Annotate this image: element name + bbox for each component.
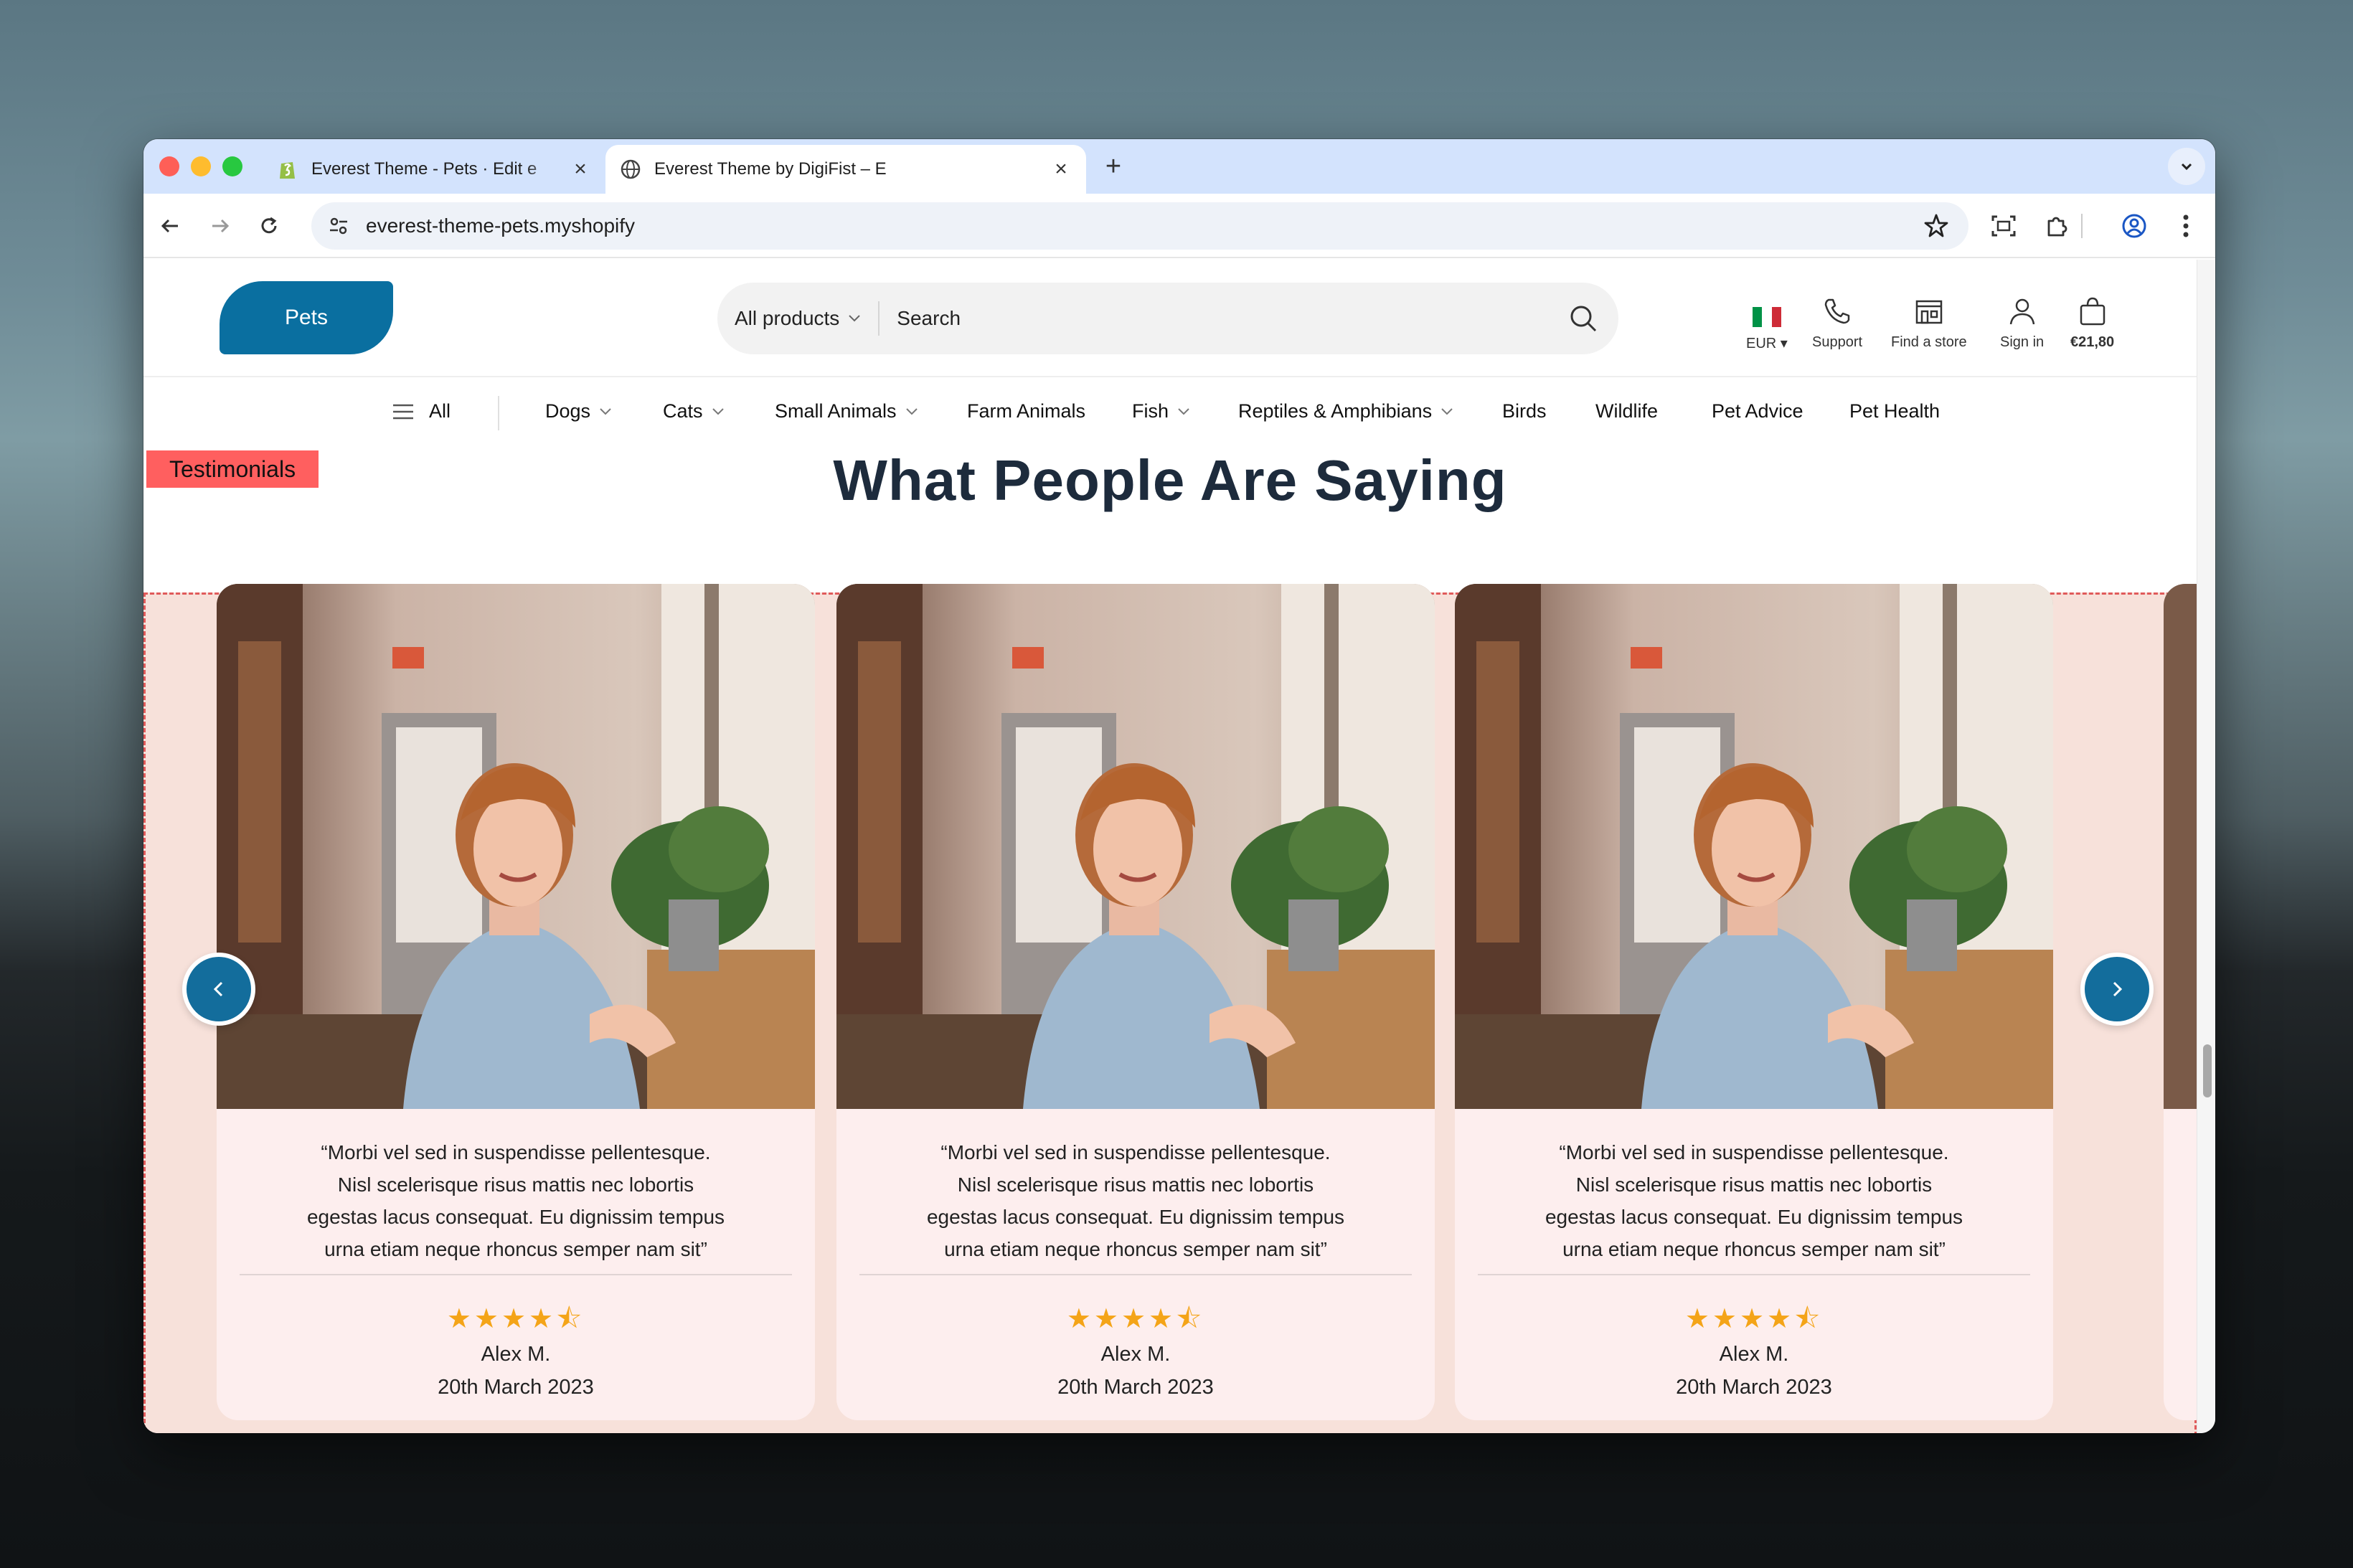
- site-settings-icon[interactable]: [324, 212, 353, 240]
- testimonial-card: “Morbi vel sed in suspendisse pellentesq…: [836, 584, 1435, 1420]
- star-rating-icon: ★★★★⯪: [1066, 1304, 1205, 1334]
- testimonial-photo: [217, 584, 815, 1109]
- star-rating-icon: ★★★★⯪: [1684, 1304, 1824, 1334]
- testimonial-photo: [836, 584, 1435, 1109]
- tab-search-button[interactable]: [2168, 148, 2205, 185]
- chevron-right-icon: [2113, 981, 2123, 997]
- bookmark-star-icon[interactable]: [1923, 212, 1950, 240]
- testimonial-card: “Morbi vel sed in suspendisse pellentesq…: [1455, 584, 2053, 1420]
- testimonial-card-partial: [2164, 584, 2197, 1420]
- toolbar-divider: [2080, 209, 2083, 242]
- person-photo-illustration: [836, 584, 1435, 1109]
- quote-line: Nisl scelerisque risus mattis nec lobort…: [337, 1173, 694, 1196]
- close-tab-icon[interactable]: ×: [570, 159, 591, 180]
- quote-line: egestas lacus consequat. Eu dignissim te…: [1545, 1206, 1963, 1228]
- scrollbar-thumb[interactable]: [2203, 1044, 2212, 1097]
- reload-button[interactable]: [253, 209, 286, 242]
- person-photo-illustration: [217, 584, 815, 1109]
- quote-line: “Morbi vel sed in suspendisse pellentesq…: [321, 1141, 711, 1163]
- back-button[interactable]: [154, 209, 187, 242]
- more-menu-icon[interactable]: [2169, 209, 2202, 242]
- shopify-icon: [277, 159, 298, 180]
- forward-button[interactable]: [204, 209, 237, 242]
- profile-icon[interactable]: [2118, 209, 2151, 242]
- card-divider: [240, 1274, 792, 1275]
- quote-line: egestas lacus consequat. Eu dignissim te…: [306, 1206, 725, 1228]
- testimonial-photo: [1455, 584, 2053, 1109]
- quote-line: urna etiam neque rhoncus semper nam sit”: [324, 1238, 707, 1260]
- review-date: 20th March 2023: [438, 1376, 594, 1399]
- new-tab-button[interactable]: +: [1098, 151, 1129, 182]
- testimonial-card: “Morbi vel sed in suspendisse pellentesq…: [217, 584, 815, 1420]
- quote-line: urna etiam neque rhoncus semper nam sit”: [944, 1238, 1327, 1260]
- extensions-icon[interactable]: [2040, 209, 2073, 242]
- browser-toolbar: everest-theme-pets.myshopify: [143, 194, 2215, 258]
- review-date: 20th March 2023: [1057, 1376, 1214, 1399]
- reload-icon: [261, 217, 277, 234]
- quote-line: egestas lacus consequat. Eu dignissim te…: [926, 1206, 1345, 1228]
- testimonial-quote: “Morbi vel sed in suspendisse pellentesq…: [1512, 1136, 1996, 1265]
- reviewer-name: Alex M.: [1100, 1343, 1171, 1366]
- quote-line: Nisl scelerisque risus mattis nec lobort…: [1575, 1173, 1933, 1196]
- forward-arrow-icon: [212, 219, 230, 233]
- carousel-next-button[interactable]: [2080, 953, 2154, 1026]
- carousel-prev-button[interactable]: [182, 953, 255, 1026]
- minimize-window-button[interactable]: [191, 156, 211, 176]
- quote-line: urna etiam neque rhoncus semper nam sit”: [1562, 1238, 1946, 1260]
- tab-everest-theme[interactable]: Everest Theme by DigiFist – E ×: [605, 145, 1086, 194]
- testimonial-quote: “Morbi vel sed in suspendisse pellentesq…: [274, 1136, 758, 1265]
- tab-strip: Everest Theme - Pets · Edit e × Everest …: [143, 139, 2215, 194]
- quote-line: Nisl scelerisque risus mattis nec lobort…: [957, 1173, 1314, 1196]
- tab-title: Everest Theme by DigiFist – E: [654, 159, 887, 179]
- person-photo-illustration: [1455, 584, 2053, 1109]
- tab-shopify-editor[interactable]: Everest Theme - Pets · Edit e ×: [265, 145, 603, 194]
- close-tab-icon[interactable]: ×: [1050, 159, 1072, 180]
- card-divider: [859, 1274, 1412, 1275]
- address-bar[interactable]: everest-theme-pets.myshopify: [311, 202, 1968, 250]
- tab-title: Everest Theme - Pets · Edit e: [311, 159, 537, 179]
- testimonial-quote: “Morbi vel sed in suspendisse pellentesq…: [894, 1136, 1377, 1265]
- testimonial-photo: [2164, 584, 2197, 1109]
- page-scrollbar[interactable]: [2197, 260, 2215, 1433]
- review-date: 20th March 2023: [1676, 1376, 1832, 1399]
- close-window-button[interactable]: [159, 156, 179, 176]
- card-divider: [1478, 1274, 2030, 1275]
- testimonials-content: Testimonials What People Are Saying “Mor…: [143, 260, 2197, 1433]
- chevron-left-icon: [213, 981, 223, 997]
- maximize-window-button[interactable]: [222, 156, 242, 176]
- back-arrow-icon: [161, 219, 178, 233]
- globe-icon: [620, 159, 641, 180]
- star-rating-icon: ★★★★⯪: [446, 1304, 585, 1334]
- chevron-down-icon: [2181, 163, 2192, 171]
- section-title: What People Are Saying: [833, 448, 1507, 512]
- screenshot-icon[interactable]: [1987, 209, 2020, 242]
- quote-line: “Morbi vel sed in suspendisse pellentesq…: [940, 1141, 1331, 1163]
- url-text: everest-theme-pets.myshopify: [366, 214, 636, 237]
- quote-line: “Morbi vel sed in suspendisse pellentesq…: [1559, 1141, 1949, 1163]
- reviewer-name: Alex M.: [481, 1343, 551, 1366]
- reviewer-name: Alex M.: [1719, 1343, 1789, 1366]
